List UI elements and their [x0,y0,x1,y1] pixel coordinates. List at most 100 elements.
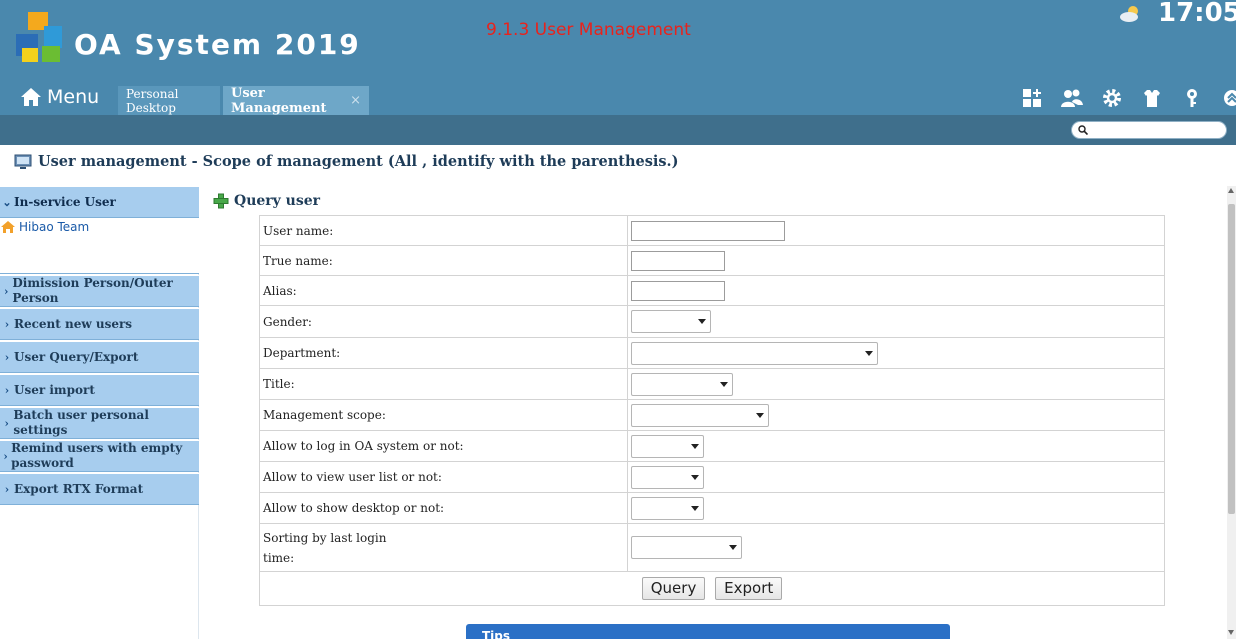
tab-label: User Management [231,85,327,116]
key-icon[interactable] [1172,86,1212,110]
field-label: Sorting by last login time: [259,523,628,572]
chevron-down-icon [698,319,706,324]
field-label: Department: [259,337,628,369]
field-cell [627,492,1165,524]
export-button[interactable]: Export [715,577,783,600]
sidebar-section-label: Recent new users [14,316,133,331]
app-logo-icon [16,12,62,62]
chevron-right-icon: › [4,416,9,430]
form-row: Gender: [259,305,1165,338]
form-row: Allow to view user list or not: [259,461,1165,493]
form-row: Sorting by last login time: [259,523,1165,572]
weather-icon [1120,6,1138,22]
page-heading-text: User management - Scope of management (A… [38,153,679,170]
tab-user-management[interactable]: User Management × [223,85,369,116]
chevron-down-icon [756,412,764,418]
sidebar-section-recent-new-users[interactable]: › Recent new users [0,308,199,340]
main-scrollbar[interactable] [1227,186,1236,639]
chevron-down-icon [691,474,699,480]
query-button[interactable]: Query [641,577,706,600]
field-cell [627,430,1165,462]
field-cell [627,368,1165,400]
tips-title: Tips [482,629,511,643]
gear-icon[interactable] [1092,86,1132,110]
close-icon[interactable]: × [350,93,361,108]
chevron-down-icon [865,350,873,356]
sidebar-section-in-service-user[interactable]: ⌄ In-service User [0,186,199,218]
clock: 17:05 [1158,0,1236,28]
query-user-heading: Query user [213,193,320,209]
plus-icon [213,193,229,209]
allow-view-user-list-select[interactable] [631,465,704,489]
chevron-down-icon [720,381,728,387]
sidebar-section-remind-empty-password[interactable]: › Remind users with empty password [0,440,199,472]
toolbar-icons [1012,86,1236,110]
search-input[interactable] [1092,123,1222,137]
page-caption: 9.1.3 User Management [486,20,691,40]
add-widget-icon[interactable] [1012,86,1052,110]
field-label: True name: [259,245,628,276]
shirt-icon[interactable] [1132,86,1172,110]
chevron-down-icon: ⌄ [2,195,12,209]
form-row: Allow to show desktop or not: [259,492,1165,524]
department-select[interactable] [631,341,878,365]
field-cell [627,461,1165,493]
chevron-right-icon: › [4,350,10,364]
sidebar-section-batch-settings[interactable]: › Batch user personal settings [0,407,199,439]
field-label-line: time: [263,550,295,565]
search-box[interactable] [1071,121,1227,139]
tips-panel: Tips [466,624,950,643]
home-icon [21,88,41,106]
scroll-up-arrow-icon[interactable] [1228,188,1234,193]
sort-last-login-select[interactable] [631,536,742,559]
scroll-thumb[interactable] [1228,204,1235,514]
sidebar-section-user-import[interactable]: › User import [0,374,199,406]
field-label: Title: [259,368,628,400]
chevron-right-icon: › [3,284,9,298]
alias-input[interactable] [631,280,725,301]
management-scope-select[interactable] [631,403,769,427]
sidebar-section-user-query-export[interactable]: › User Query/Export [0,341,199,373]
field-label: Alias: [259,275,628,306]
allow-show-desktop-select[interactable] [631,496,704,520]
allow-login-select[interactable] [631,434,704,458]
field-label: Allow to view user list or not: [259,461,628,493]
sidebar-section-export-rtx[interactable]: › Export RTX Format [0,473,199,505]
tree-item-label: Hibao Team [19,220,90,234]
button-cell: Query Export [259,571,1165,606]
user-name-input[interactable] [631,220,785,241]
users-icon[interactable] [1052,86,1092,110]
chevron-down-icon [729,545,737,550]
form-row: Title: [259,368,1165,400]
form-row: True name: [259,245,1165,276]
scroll-down-arrow-icon[interactable] [1228,630,1234,635]
chevron-right-icon: › [4,383,10,397]
menu-label: Menu [47,86,100,108]
sidebar-section-label: User import [14,382,95,397]
tree-item-hibao-team[interactable]: Hibao Team [0,220,89,234]
query-form: User name: True name: Alias: Gender: Dep… [259,215,1165,606]
field-label: User name: [259,215,628,246]
gender-select[interactable] [631,310,711,333]
form-row: Department: [259,337,1165,369]
collapse-up-icon[interactable] [1212,86,1236,110]
form-row: User name: [259,215,1165,246]
sidebar-section-label: Dimission Person/Outer Person [12,276,173,305]
field-cell [627,337,1165,369]
sidebar-section-dimission[interactable]: › Dimission Person/Outer Person [0,275,199,307]
field-cell [627,523,1165,572]
menu-button[interactable]: Menu [20,82,99,112]
sidebar-section-label: Batch user personal settings [13,408,149,437]
chevron-right-icon: › [3,449,8,463]
tab-label: Personal Desktop [126,86,179,115]
tab-personal-desktop[interactable]: Personal Desktop [118,86,220,115]
sub-bar [0,115,1236,145]
true-name-input[interactable] [631,250,725,271]
sidebar-section-label: User Query/Export [14,349,139,364]
title-select[interactable] [631,372,733,396]
monitor-icon [14,154,32,169]
form-row: Management scope: [259,399,1165,431]
form-button-row: Query Export [259,571,1165,606]
chevron-right-icon: › [4,317,10,331]
search-icon [1078,125,1088,135]
